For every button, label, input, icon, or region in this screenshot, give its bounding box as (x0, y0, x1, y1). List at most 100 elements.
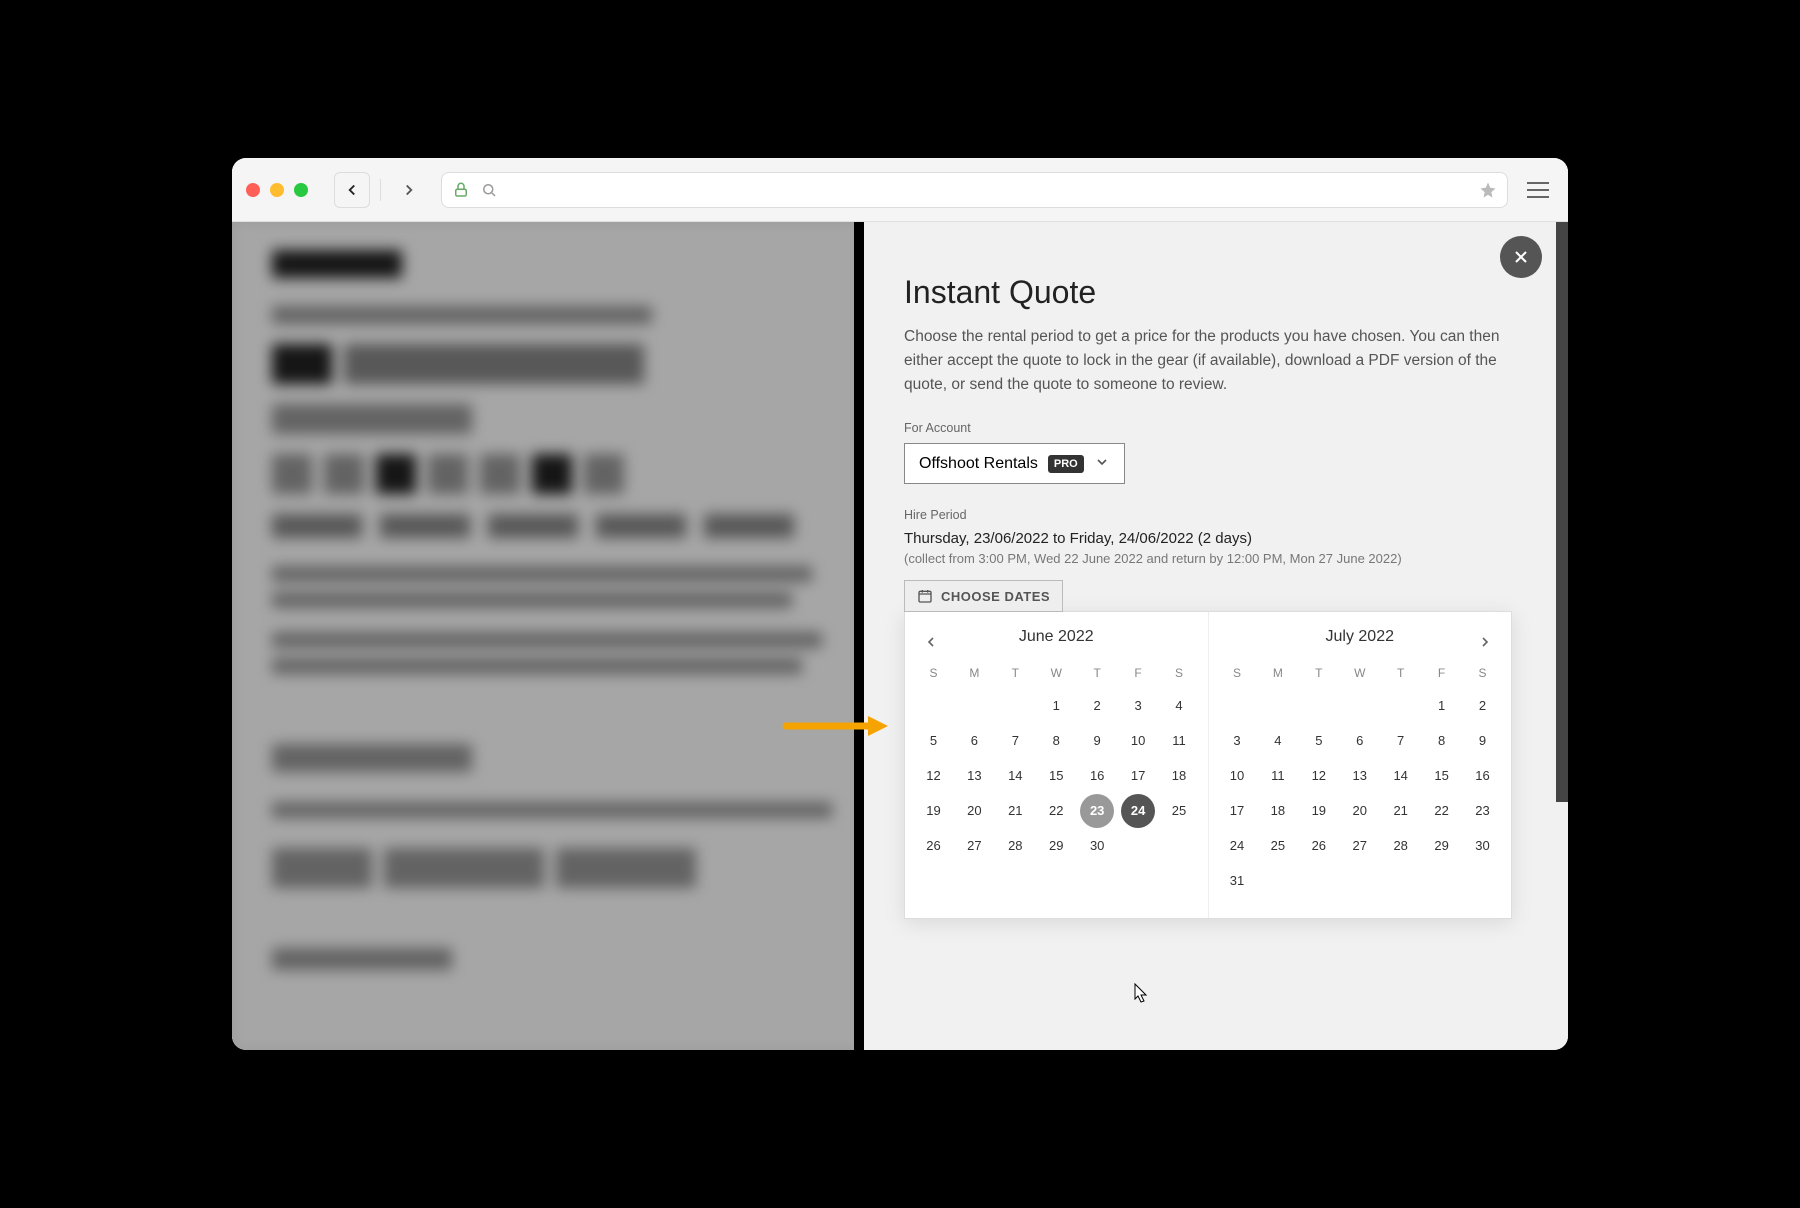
calendar-day[interactable]: 7 (1380, 723, 1421, 758)
day-header: F (1421, 658, 1462, 688)
account-name: Offshoot Rentals (919, 455, 1038, 473)
calendar-day[interactable]: 4 (1159, 688, 1200, 723)
hire-period-main: Thursday, 23/06/2022 to Friday, 24/06/20… (904, 530, 1528, 547)
calendar-day[interactable]: 30 (1077, 828, 1118, 863)
calendar-day[interactable]: 25 (1159, 793, 1200, 828)
calendar-day[interactable]: 21 (995, 793, 1036, 828)
address-bar[interactable] (441, 172, 1508, 208)
panel-title: Instant Quote (904, 274, 1528, 311)
day-header: T (1380, 658, 1421, 688)
calendar-day[interactable]: 23 (1077, 793, 1118, 828)
calendar-day[interactable]: 5 (913, 723, 954, 758)
calendar-day[interactable]: 14 (1380, 758, 1421, 793)
calendar-day[interactable]: 25 (1257, 828, 1298, 863)
close-panel-button[interactable] (1500, 236, 1542, 278)
calendar-day[interactable]: 1 (1036, 688, 1077, 723)
day-header: S (1217, 658, 1258, 688)
calendar-day[interactable]: 24 (1217, 828, 1258, 863)
calendar-day[interactable]: 23 (1462, 793, 1503, 828)
day-header: S (913, 658, 954, 688)
calendar-day[interactable]: 15 (1036, 758, 1077, 793)
forward-button[interactable] (391, 172, 427, 208)
calendar-day[interactable]: 28 (1380, 828, 1421, 863)
scrollbar[interactable] (1556, 222, 1568, 802)
calendar-day[interactable]: 22 (1036, 793, 1077, 828)
calendar-day[interactable]: 7 (995, 723, 1036, 758)
calendar-day[interactable]: 27 (954, 828, 995, 863)
calendar-day[interactable]: 13 (954, 758, 995, 793)
calendar-day[interactable]: 1 (1421, 688, 1462, 723)
calendar-month-title: June 2022 (913, 628, 1200, 646)
calendar-day[interactable]: 19 (1298, 793, 1339, 828)
calendar-day[interactable]: 3 (1217, 723, 1258, 758)
calendar-day[interactable]: 28 (995, 828, 1036, 863)
calendar-day[interactable]: 30 (1462, 828, 1503, 863)
day-header: T (1298, 658, 1339, 688)
calendar-day[interactable]: 2 (1077, 688, 1118, 723)
calendar-day[interactable]: 17 (1118, 758, 1159, 793)
browser-toolbar (232, 158, 1568, 222)
calendar-day[interactable]: 11 (1257, 758, 1298, 793)
prev-month-button[interactable] (917, 628, 945, 656)
calendar-day[interactable]: 20 (954, 793, 995, 828)
calendar-month-title: July 2022 (1217, 628, 1504, 646)
next-month-button[interactable] (1471, 628, 1499, 656)
calendar-day[interactable]: 10 (1118, 723, 1159, 758)
close-window-icon[interactable] (246, 183, 260, 197)
maximize-window-icon[interactable] (294, 183, 308, 197)
hire-period-label: Hire Period (904, 508, 1528, 522)
choose-dates-button[interactable]: CHOOSE DATES (904, 580, 1063, 612)
day-header: S (1159, 658, 1200, 688)
calendar-day[interactable]: 16 (1077, 758, 1118, 793)
calendar-day[interactable]: 24 (1118, 793, 1159, 828)
calendar-day[interactable]: 16 (1462, 758, 1503, 793)
calendar-day[interactable]: 6 (1339, 723, 1380, 758)
calendar-day[interactable]: 29 (1421, 828, 1462, 863)
calendar-month: June 2022SMTWTFS123456789101112131415161… (905, 612, 1208, 918)
calendar-day[interactable]: 21 (1380, 793, 1421, 828)
back-button[interactable] (334, 172, 370, 208)
calendar-day[interactable]: 18 (1257, 793, 1298, 828)
cursor-pointer-icon (1130, 982, 1150, 1011)
calendar-day[interactable]: 29 (1036, 828, 1077, 863)
calendar-grid: SMTWTFS123456789101112131415161718192021… (1217, 658, 1504, 898)
calendar-day[interactable]: 4 (1257, 723, 1298, 758)
calendar-day[interactable]: 12 (1298, 758, 1339, 793)
calendar-day[interactable]: 2 (1462, 688, 1503, 723)
calendar-day[interactable]: 26 (1298, 828, 1339, 863)
bookmark-star-icon[interactable] (1479, 181, 1497, 199)
calendar-day[interactable]: 18 (1159, 758, 1200, 793)
day-header: T (1077, 658, 1118, 688)
account-select[interactable]: Offshoot Rentals PRO (904, 443, 1125, 484)
calendar-day[interactable]: 6 (954, 723, 995, 758)
calendar-day[interactable]: 12 (913, 758, 954, 793)
calendar-day[interactable]: 15 (1421, 758, 1462, 793)
calendar-grid: SMTWTFS123456789101112131415161718192021… (913, 658, 1200, 863)
minimize-window-icon[interactable] (270, 183, 284, 197)
calendar-day[interactable]: 9 (1077, 723, 1118, 758)
day-header: W (1036, 658, 1077, 688)
calendar-day[interactable]: 8 (1421, 723, 1462, 758)
calendar-day[interactable]: 26 (913, 828, 954, 863)
day-header: F (1118, 658, 1159, 688)
hamburger-menu-icon[interactable] (1522, 174, 1554, 206)
calendar-day[interactable]: 31 (1217, 863, 1258, 898)
annotation-arrow (782, 712, 892, 740)
calendar-day[interactable]: 9 (1462, 723, 1503, 758)
calendar-day[interactable]: 10 (1217, 758, 1258, 793)
calendar-day[interactable]: 22 (1421, 793, 1462, 828)
calendar-day[interactable]: 8 (1036, 723, 1077, 758)
calendar-day[interactable]: 3 (1118, 688, 1159, 723)
calendar-day[interactable]: 20 (1339, 793, 1380, 828)
calendar-day[interactable]: 17 (1217, 793, 1258, 828)
separator (380, 179, 381, 201)
calendar-day[interactable]: 14 (995, 758, 1036, 793)
pro-badge: PRO (1048, 455, 1084, 473)
calendar-day[interactable]: 27 (1339, 828, 1380, 863)
calendar-day[interactable]: 13 (1339, 758, 1380, 793)
day-header: M (954, 658, 995, 688)
lock-icon (452, 181, 470, 199)
calendar-day[interactable]: 19 (913, 793, 954, 828)
calendar-day[interactable]: 11 (1159, 723, 1200, 758)
calendar-day[interactable]: 5 (1298, 723, 1339, 758)
